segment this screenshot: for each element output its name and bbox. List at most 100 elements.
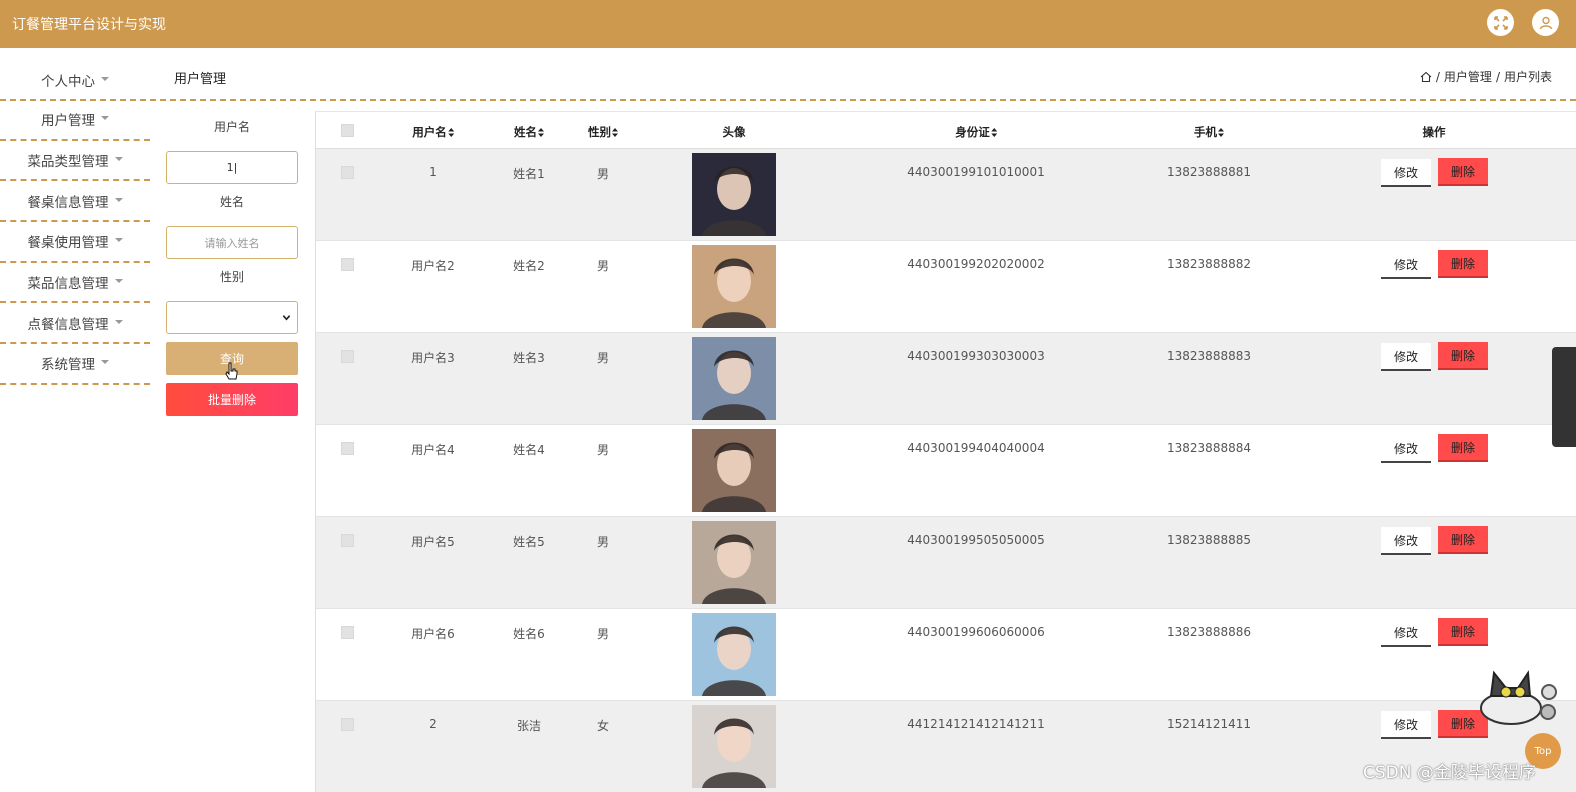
- fullscreen-button[interactable]: [1487, 9, 1514, 36]
- avatar: [692, 245, 776, 328]
- delete-button[interactable]: 删除: [1438, 342, 1488, 370]
- cell-id-card: 440300199202020002: [907, 257, 1045, 271]
- column-header-actions: 操作: [1422, 125, 1446, 139]
- sidebar-item-user-management[interactable]: 用户管理: [0, 100, 150, 141]
- cell-username: 用户名6: [411, 627, 455, 641]
- caret-down-icon: [114, 197, 123, 202]
- cell-id-card: 441214121412141211: [907, 717, 1045, 731]
- column-header-username[interactable]: 用户名: [412, 124, 454, 140]
- sidebar-item-table-info-management[interactable]: 餐桌信息管理: [0, 181, 150, 223]
- avatar: [692, 429, 776, 512]
- header-divider: [0, 99, 1576, 101]
- caret-down-icon: [114, 279, 123, 284]
- row-checkbox[interactable]: [341, 718, 354, 731]
- row-checkbox[interactable]: [341, 534, 354, 547]
- sort-icon: [990, 128, 997, 137]
- cell-name: 姓名4: [513, 443, 545, 457]
- cell-username: 用户名2: [411, 259, 455, 273]
- column-header-phone[interactable]: 手机: [1194, 124, 1224, 140]
- breadcrumb-separator: /: [1435, 69, 1440, 84]
- column-header-name[interactable]: 姓名: [514, 124, 544, 140]
- caret-down-icon: [114, 319, 123, 324]
- sidebar-item-dish-type-management[interactable]: 菜品类型管理: [0, 141, 150, 182]
- edit-button[interactable]: 修改: [1381, 711, 1431, 739]
- edit-button[interactable]: 修改: [1381, 343, 1431, 371]
- avatar: [692, 705, 776, 788]
- sidebar-item-label: 个人中心: [41, 74, 95, 90]
- cell-name: 姓名5: [513, 535, 545, 549]
- cell-id-card: 440300199404040004: [907, 441, 1045, 455]
- row-checkbox[interactable]: [341, 626, 354, 639]
- cell-username: 用户名3: [411, 351, 455, 365]
- user-icon: [1539, 16, 1552, 29]
- delete-button[interactable]: 删除: [1438, 250, 1488, 278]
- sidebar-item-system-management[interactable]: 系统管理: [0, 344, 150, 385]
- cell-gender: 男: [596, 167, 610, 181]
- row-checkbox[interactable]: [341, 442, 354, 455]
- edit-button[interactable]: 修改: [1381, 527, 1431, 555]
- edit-button[interactable]: 修改: [1381, 619, 1431, 647]
- edit-button[interactable]: 修改: [1381, 435, 1431, 463]
- batch-delete-button[interactable]: 批量删除: [166, 383, 298, 416]
- user-table: 用户名 姓名 性别 头像 身份证 手机 操作 1 姓名1 男 440300199101…: [315, 111, 1576, 792]
- cell-name: 姓名1: [513, 167, 545, 181]
- sidebar-item-personal-center[interactable]: 个人中心: [0, 48, 150, 100]
- cell-id-card: 440300199101010001: [907, 165, 1045, 179]
- delete-button[interactable]: 删除: [1438, 158, 1488, 186]
- delete-button[interactable]: 删除: [1438, 618, 1488, 646]
- user-menu-button[interactable]: [1532, 9, 1559, 36]
- sidebar-item-label: 用户管理: [41, 113, 95, 130]
- sidebar-item-label: 系统管理: [41, 357, 95, 374]
- edit-button[interactable]: 修改: [1381, 159, 1431, 187]
- sort-icon: [447, 128, 454, 137]
- delete-button[interactable]: 删除: [1438, 434, 1488, 462]
- row-checkbox[interactable]: [341, 350, 354, 363]
- name-input[interactable]: 请输入姓名: [166, 226, 298, 259]
- row-checkbox[interactable]: [341, 166, 354, 179]
- cell-phone: 13823888883: [1167, 349, 1251, 363]
- cell-name: 姓名3: [513, 351, 545, 365]
- app-title: 订餐管理平台设计与实现: [12, 17, 166, 33]
- mascot-icon: [1480, 670, 1557, 725]
- sidebar-item-order-info-management[interactable]: 点餐信息管理: [0, 303, 150, 345]
- sidebar-item-table-usage-management[interactable]: 餐桌使用管理: [0, 222, 150, 263]
- sidebar-item-label: 点餐信息管理: [27, 316, 109, 333]
- cell-name: 姓名2: [513, 259, 545, 273]
- sort-icon: [1218, 128, 1224, 137]
- page-title: 用户管理: [174, 72, 227, 87]
- cell-name: 姓名6: [513, 627, 545, 641]
- table-row: 用户名6 姓名6 男 440300199606060006 13823888886 修改删…: [316, 609, 1576, 701]
- caret-down-icon: [101, 360, 109, 365]
- username-input[interactable]: 1|: [166, 151, 298, 184]
- table-row: 用户名2 姓名2 男 440300199202020002 13823888882 修改删…: [316, 241, 1576, 333]
- cell-phone: 13823888885: [1167, 533, 1251, 547]
- cell-name: 张洁: [516, 719, 542, 733]
- top-bar: 订餐管理平台设计与实现: [0, 0, 1576, 48]
- gender-select[interactable]: [166, 301, 298, 334]
- cell-phone: 13823888884: [1167, 441, 1251, 455]
- caret-down-icon: [101, 116, 109, 121]
- delete-button[interactable]: 删除: [1438, 526, 1488, 554]
- edit-button[interactable]: 修改: [1381, 251, 1431, 279]
- sort-icon: [612, 128, 618, 137]
- select-all-checkbox[interactable]: [341, 124, 354, 137]
- sidebar-item-dish-info-management[interactable]: 菜品信息管理: [0, 263, 150, 304]
- cell-gender: 男: [596, 443, 610, 457]
- table-header: 用户名 姓名 性别 头像 身份证 手机 操作: [316, 111, 1576, 149]
- side-drawer-tab[interactable]: [1552, 347, 1576, 447]
- table-row: 1 姓名1 男 440300199101010001 13823888881 修改 删除: [316, 149, 1576, 241]
- home-icon[interactable]: [1420, 71, 1432, 83]
- cell-username: 用户名4: [411, 443, 455, 457]
- cell-id-card: 440300199505050005: [907, 533, 1045, 547]
- column-header-gender[interactable]: 性别: [588, 124, 618, 140]
- table-row: 用户名4 姓名4 男 440300199404040004 13823888884 修改删…: [316, 425, 1576, 517]
- fullscreen-icon: [1493, 15, 1508, 30]
- avatar: [692, 613, 776, 696]
- cell-phone: 15214121411: [1167, 717, 1251, 731]
- column-header-avatar: 头像: [722, 125, 746, 139]
- row-checkbox[interactable]: [341, 258, 354, 271]
- breadcrumb-item-user-management[interactable]: 用户管理: [1444, 68, 1492, 85]
- column-header-id-card[interactable]: 身份证: [955, 124, 997, 140]
- chevron-down-icon: [282, 315, 291, 321]
- cell-phone: 13823888882: [1167, 257, 1251, 271]
